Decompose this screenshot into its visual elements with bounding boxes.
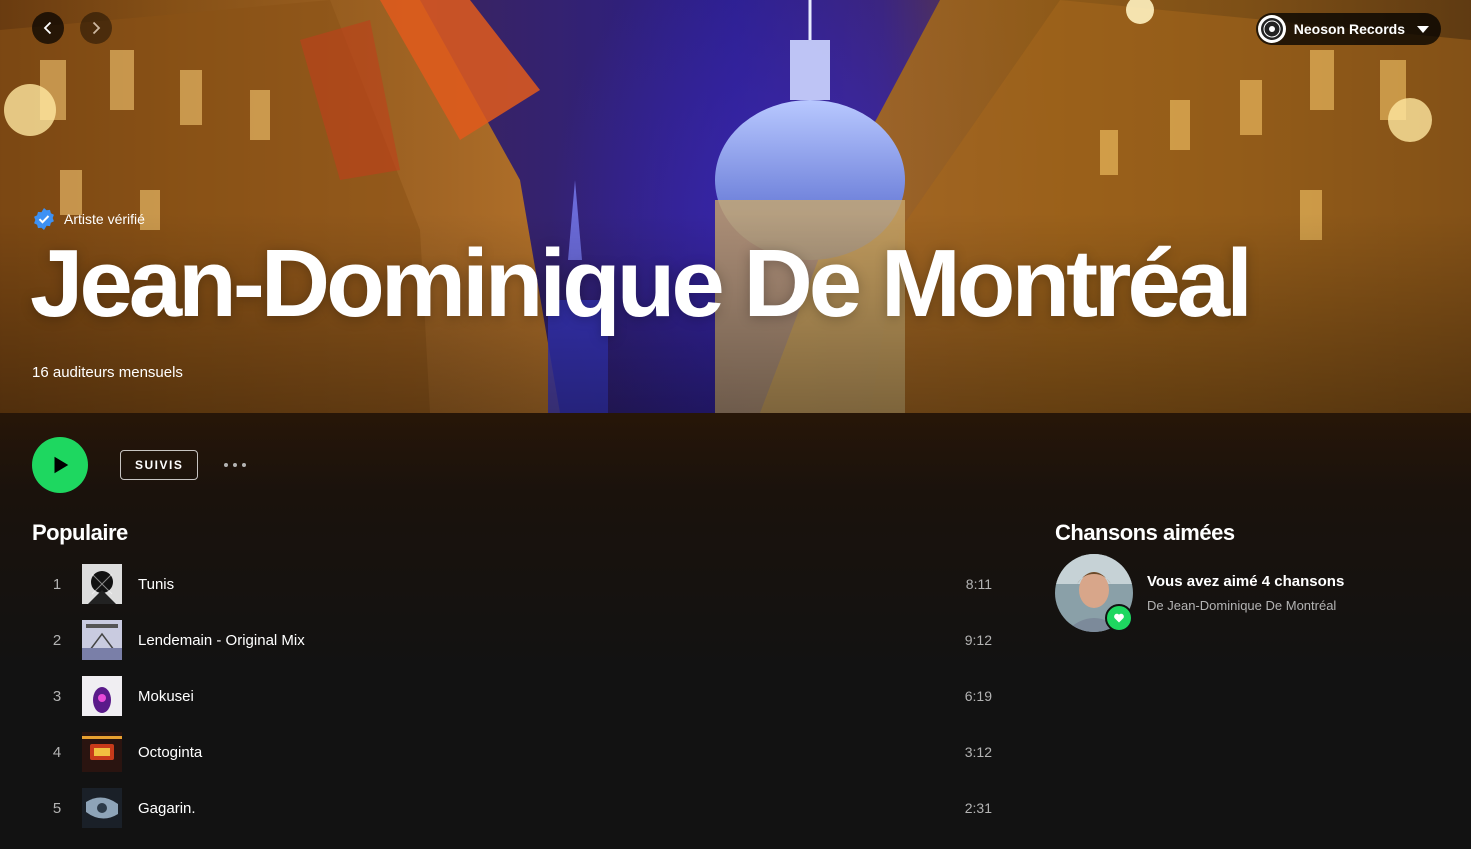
banner-image [0, 0, 1471, 413]
track-row[interactable]: 4 Octoginta 3:12 [32, 724, 992, 780]
action-bar: SUIVIS [32, 437, 247, 493]
play-icon [54, 456, 69, 474]
more-options-button[interactable] [224, 450, 247, 480]
track-title: Tunis [138, 575, 175, 593]
heart-icon [1105, 604, 1133, 632]
liked-songs-avatar [1055, 554, 1133, 632]
track-cover-image [82, 620, 122, 660]
liked-songs-artist: De Jean-Dominique De Montréal [1147, 598, 1337, 613]
track-number: 2 [52, 631, 62, 649]
more-dot-icon [242, 463, 247, 467]
liked-songs-text: Vous avez aimé 4 chansons De Jean-Domini… [1147, 573, 1344, 613]
verified-check-icon [34, 208, 54, 230]
track-row[interactable]: 5 Gagarin. 2:31 [32, 780, 992, 836]
track-title: Lendemain - Original Mix [138, 631, 305, 649]
track-number: 5 [52, 799, 62, 817]
verified-label: Artiste vérifié [64, 211, 145, 227]
monthly-listeners: 16 auditeurs mensuels [32, 364, 183, 381]
artist-page: Neoson Records Artiste vérifié Jean-Domi… [0, 0, 1471, 849]
track-duration: 2:31 [964, 800, 992, 816]
track-duration: 6:19 [964, 688, 992, 704]
track-cover-image [82, 732, 122, 772]
record-logo-icon [1260, 18, 1283, 40]
track-row[interactable]: 2 Lendemain - Original Mix 9:12 [32, 612, 992, 668]
liked-songs-card[interactable]: Vous avez aimé 4 chansons De Jean-Domini… [1055, 554, 1344, 632]
forward-button[interactable] [80, 12, 112, 44]
track-cover-image [82, 788, 122, 828]
track-number: 1 [52, 575, 62, 593]
back-button[interactable] [32, 12, 64, 44]
chevron-left-icon [43, 21, 52, 35]
user-menu-button[interactable]: Neoson Records [1255, 13, 1441, 45]
more-dot-icon [224, 463, 229, 467]
liked-songs-section-title: Chansons aimées [1055, 520, 1235, 545]
user-name: Neoson Records [1293, 21, 1405, 37]
track-duration: 8:11 [965, 576, 992, 592]
track-cover-image [82, 564, 122, 604]
track-row[interactable]: 1 Tunis 8:11 [32, 556, 992, 612]
play-button[interactable] [32, 437, 88, 493]
artist-name: Jean-Dominique De Montréal [30, 230, 1253, 337]
user-avatar [1257, 15, 1286, 43]
follow-button[interactable]: SUIVIS [120, 450, 199, 480]
track-number: 4 [52, 743, 62, 761]
track-title: Mokusei [138, 687, 194, 705]
track-row[interactable]: 3 Mokusei 6:19 [32, 668, 992, 724]
chevron-right-icon [92, 21, 101, 35]
track-cover-image [82, 676, 122, 716]
verified-artist-badge: Artiste vérifié [32, 207, 145, 231]
track-number: 3 [52, 687, 62, 705]
caret-down-icon [1417, 25, 1429, 33]
artist-content: SUIVIS Populaire 1 Tunis 8:11 2 Lendemai… [0, 413, 1471, 849]
popular-track-list: 1 Tunis 8:11 2 Lendemain - Original Mix … [32, 556, 992, 836]
track-title: Octoginta [138, 743, 203, 761]
more-dot-icon [233, 463, 238, 467]
track-duration: 3:12 [964, 744, 992, 760]
track-title: Gagarin. [138, 799, 196, 817]
artist-header-banner: Neoson Records Artiste vérifié Jean-Domi… [0, 0, 1471, 413]
popular-section-title: Populaire [32, 520, 128, 545]
liked-songs-count: Vous avez aimé 4 chansons [1147, 573, 1345, 590]
track-duration: 9:12 [964, 632, 992, 648]
